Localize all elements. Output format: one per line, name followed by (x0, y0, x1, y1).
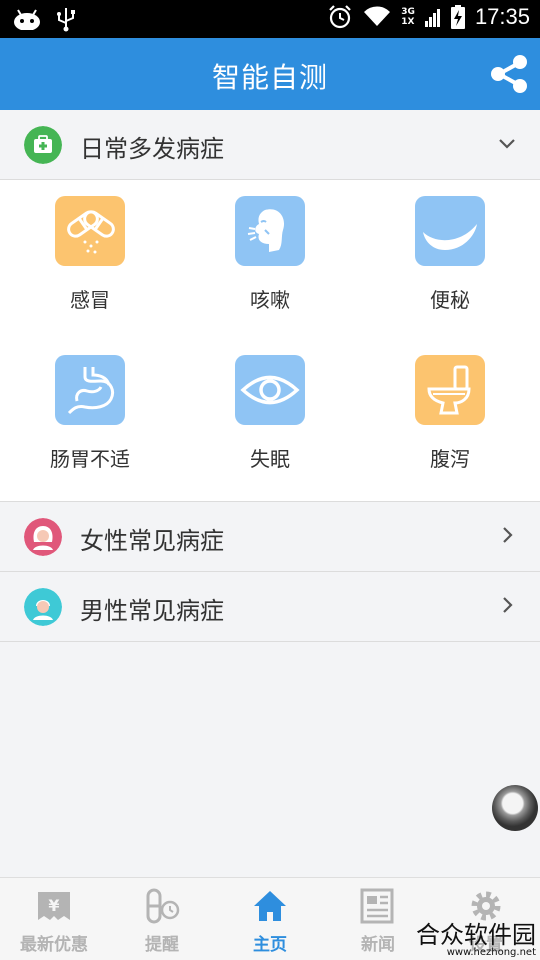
tab-home[interactable]: 主页 (216, 878, 324, 960)
svg-text:¥: ¥ (48, 896, 59, 915)
symptom-label: 腹泻 (430, 447, 470, 471)
tab-label: 主页 (253, 935, 287, 955)
chevron-right-icon[interactable] (496, 524, 518, 546)
male-avatar-icon (24, 588, 62, 626)
cough-face-icon (235, 196, 305, 266)
reminder-icon (146, 888, 180, 924)
medical-kit-icon (24, 126, 62, 164)
section-male-header[interactable]: 男性常见病症 (0, 572, 540, 642)
symptom-label: 便秘 (430, 288, 470, 312)
symptom-cold[interactable]: 感冒 (0, 196, 180, 356)
news-icon (360, 888, 394, 924)
tab-label: 提醒 (145, 935, 179, 955)
chevron-down-icon[interactable] (496, 132, 518, 154)
usb-icon (57, 8, 75, 32)
section-female-label: 女性常见病症 (80, 527, 224, 555)
toilet-icon (415, 355, 485, 425)
symptom-label: 咳嗽 (250, 288, 290, 312)
tab-label: 最新优惠 (20, 935, 88, 955)
pill-capsule-icon (55, 196, 125, 266)
symptom-diarrhea[interactable]: 腹泻 (360, 355, 540, 515)
home-icon (254, 891, 286, 921)
stomach-icon (55, 355, 125, 425)
page-title: 智能自测 (211, 61, 328, 94)
title-bar: 智能自测 (0, 38, 540, 110)
section-female-header[interactable]: 女性常见病症 (0, 502, 540, 572)
coupon-icon: ¥ (38, 892, 70, 920)
alarm-icon (329, 5, 352, 29)
watermark: 合众软件园 www.hezhong.net (416, 915, 536, 958)
tab-deals[interactable]: ¥ 最新优惠 (0, 878, 108, 960)
symptom-label: 感冒 (70, 288, 110, 312)
chevron-right-icon[interactable] (496, 594, 518, 616)
share-icon[interactable] (488, 53, 530, 95)
symptom-label: 肠胃不适 (50, 447, 130, 471)
symptom-insomnia[interactable]: 失眠 (180, 355, 360, 515)
section-common-label: 日常多发病症 (80, 135, 224, 163)
wifi-icon (364, 6, 391, 27)
clock: 17:35 (474, 4, 530, 29)
section-male-label: 男性常见病症 (80, 597, 224, 625)
status-bar: 3G 1X 17:35 (0, 0, 540, 38)
battery-charging-icon (450, 5, 465, 29)
symptom-label: 失眠 (250, 447, 290, 471)
floating-assistive-button[interactable] (492, 785, 538, 831)
watermark-name: 合众软件园 (416, 921, 536, 949)
eye-icon (235, 355, 305, 425)
symptom-constipation[interactable]: 便秘 (360, 196, 540, 356)
android-icon (14, 9, 40, 30)
female-avatar-icon (24, 518, 62, 556)
signal-icon (424, 9, 440, 27)
symptom-grid: 感冒 咳嗽 便秘 肠胃不适 失眠 腹泻 (0, 180, 540, 502)
network-type: 3G 1X (401, 7, 415, 27)
symptom-cough[interactable]: 咳嗽 (180, 196, 360, 356)
banana-icon (415, 196, 485, 266)
symptom-stomach[interactable]: 肠胃不适 (0, 355, 180, 515)
section-common-header[interactable]: 日常多发病症 (0, 110, 540, 180)
tab-reminder[interactable]: 提醒 (108, 878, 216, 960)
